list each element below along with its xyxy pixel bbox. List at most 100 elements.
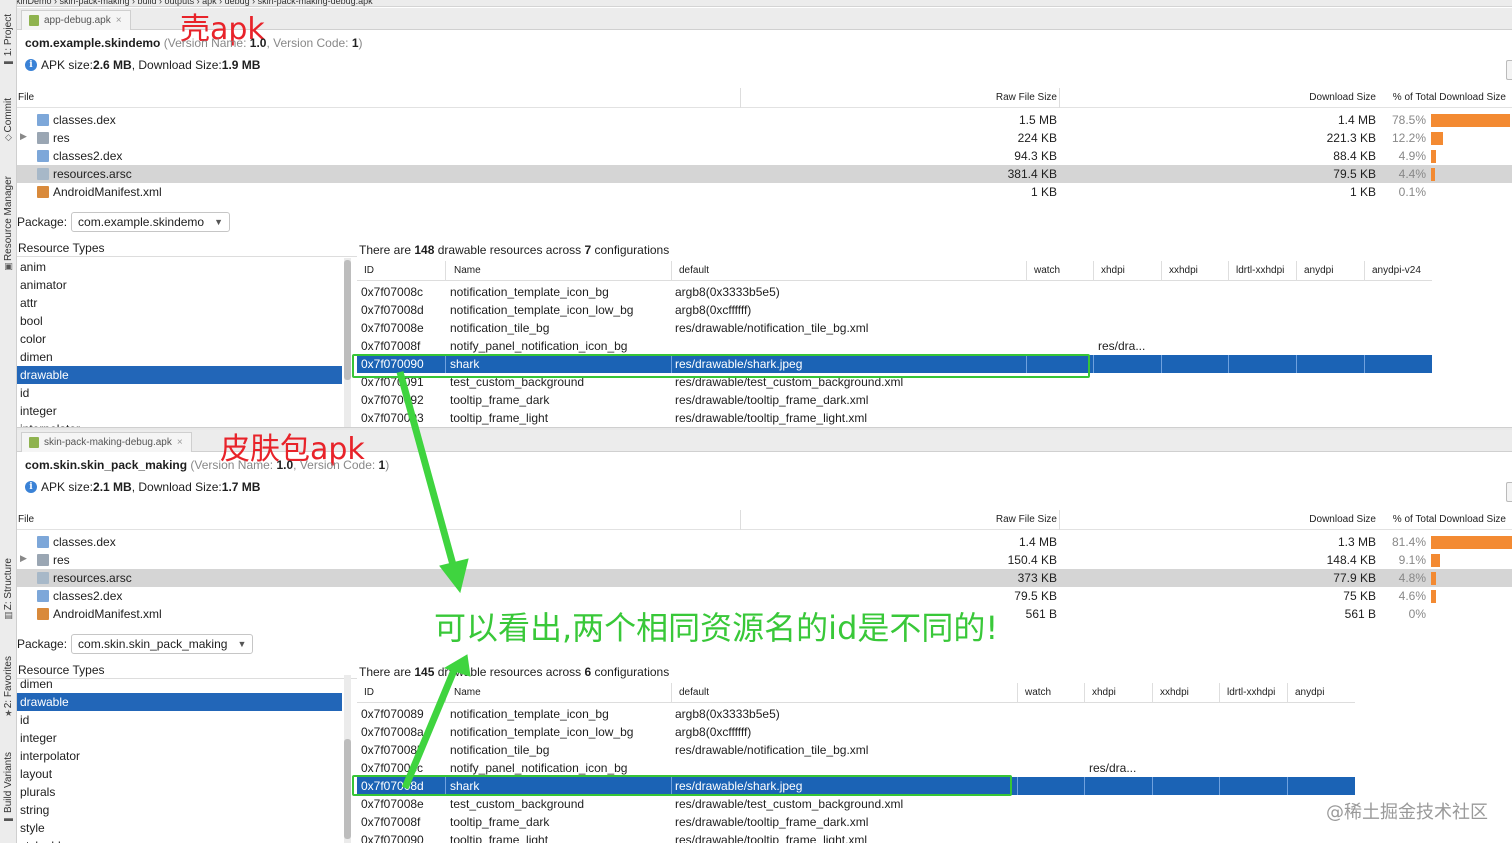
column-watch[interactable]: watch <box>1034 265 1060 276</box>
scrollbar-thumb[interactable] <box>344 260 351 380</box>
column-percent[interactable]: % of Total Download Size <box>1393 514 1506 525</box>
column-percent[interactable]: % of Total Download Size <box>1393 92 1506 103</box>
table-row[interactable]: 0x7f070093 tooltip_frame_light res/drawa… <box>357 409 1432 427</box>
file-row[interactable]: ▶ res 224 KB 221.3 KB 12.2% <box>17 129 1512 147</box>
tool-tab-structure[interactable]: Z: Structure ▤ <box>0 558 17 620</box>
resource-type-item[interactable]: dimen <box>17 675 357 693</box>
column-anydpi[interactable]: anydpi <box>1304 265 1333 276</box>
resource-types-scrollbar[interactable] <box>344 258 351 429</box>
column-anydpi[interactable]: anydpi <box>1295 687 1324 698</box>
column-name[interactable]: Name <box>454 687 481 698</box>
file-table-header: File Raw File Size Download Size % of To… <box>17 510 1512 530</box>
column-xxhdpi[interactable]: xxhdpi <box>1169 265 1198 276</box>
table-row[interactable]: 0x7f07008b notification_tile_bg res/draw… <box>357 741 1355 759</box>
resource-id: 0x7f070092 <box>361 393 424 407</box>
table-row[interactable]: 0x7f07008f tooltip_frame_dark res/drawab… <box>357 813 1355 831</box>
column-default[interactable]: default <box>679 687 709 698</box>
package-dropdown[interactable]: com.skin.skin_pack_making ▼ <box>71 634 254 654</box>
column-ldrtl-xxhdpi[interactable]: ldrtl-xxhdpi <box>1227 687 1275 698</box>
column-ldrtl-xxhdpi[interactable]: ldrtl-xxhdpi <box>1236 265 1284 276</box>
file-row[interactable]: AndroidManifest.xml 1 KB 1 KB 0.1% <box>17 183 1512 201</box>
column-xxhdpi[interactable]: xxhdpi <box>1160 687 1189 698</box>
resource-name: notification_tile_bg <box>450 321 550 335</box>
tool-tab-project[interactable]: 1: Project ▬ <box>0 14 17 66</box>
resource-default: res/drawable/tooltip_frame_light.xml <box>675 411 868 425</box>
scrollbar-thumb[interactable] <box>344 739 351 839</box>
expand-arrow-icon[interactable]: ▶ <box>20 553 27 564</box>
table-row[interactable]: 0x7f07008e notification_tile_bg res/draw… <box>357 319 1432 337</box>
table-row[interactable]: 0x7f07008f notify_panel_notification_ico… <box>357 337 1432 355</box>
resource-type-item[interactable]: id <box>17 384 357 402</box>
table-row[interactable]: 0x7f07008a notification_template_icon_lo… <box>357 723 1355 741</box>
column-watch[interactable]: watch <box>1025 687 1051 698</box>
file-row-selected[interactable]: resources.arsc 373 KB 77.9 KB 4.8% <box>17 569 1512 587</box>
compare-button[interactable] <box>1506 60 1512 80</box>
resource-type-item[interactable]: style <box>17 819 357 837</box>
resource-type-item[interactable]: integer <box>17 729 357 747</box>
resource-type-item[interactable]: color <box>17 330 357 348</box>
summary-count: 145 <box>414 665 435 679</box>
file-row[interactable]: classes.dex 1.4 MB 1.3 MB 81.4% <box>17 533 1512 551</box>
column-name[interactable]: Name <box>454 265 481 276</box>
column-raw-size[interactable]: Raw File Size <box>996 92 1057 103</box>
expand-arrow-icon[interactable]: ▶ <box>20 131 27 142</box>
resource-type-item[interactable]: dimen <box>17 348 357 366</box>
file-row-selected[interactable]: resources.arsc 381.4 KB 79.5 KB 4.4% <box>17 165 1512 183</box>
download-size: 1 KB <box>1349 185 1376 199</box>
resource-type-item[interactable]: interpolator <box>17 747 357 765</box>
resource-type-item[interactable]: anim <box>17 258 357 276</box>
column-default[interactable]: default <box>679 265 709 276</box>
tool-tab-build-variants[interactable]: Build Variants ▬ <box>0 752 17 823</box>
resource-type-item[interactable]: styleable <box>17 837 357 843</box>
resource-type-item-selected[interactable]: drawable <box>17 693 342 711</box>
resource-type-item[interactable]: animator <box>17 276 357 294</box>
compare-button[interactable] <box>1506 482 1512 502</box>
resource-types-scrollbar[interactable] <box>344 675 351 843</box>
resource-type-item[interactable]: attr <box>17 294 357 312</box>
table-row[interactable]: 0x7f07008c notify_panel_notification_ico… <box>357 759 1355 777</box>
resource-name: shark <box>450 357 480 371</box>
column-anydpi-v24[interactable]: anydpi-v24 <box>1372 265 1421 276</box>
column-download-size[interactable]: Download Size <box>1309 514 1376 525</box>
percent: 4.6% <box>1398 589 1426 603</box>
column-download-size[interactable]: Download Size <box>1309 92 1376 103</box>
column-id[interactable]: ID <box>364 265 374 276</box>
column-xhdpi[interactable]: xhdpi <box>1092 687 1116 698</box>
resource-type-item[interactable]: layout <box>17 765 357 783</box>
column-xhdpi[interactable]: xhdpi <box>1101 265 1125 276</box>
file-row[interactable]: classes.dex 1.5 MB 1.4 MB 78.5% <box>17 111 1512 129</box>
resource-default: res/drawable/notification_tile_bg.xml <box>675 321 869 335</box>
column-raw-size[interactable]: Raw File Size <box>996 514 1057 525</box>
table-row[interactable]: 0x7f070091 test_custom_background res/dr… <box>357 373 1432 391</box>
resource-types-list: dimen drawable id integer interpolator l… <box>17 675 357 843</box>
file-row[interactable]: classes2.dex 94.3 KB 88.4 KB 4.9% <box>17 147 1512 165</box>
tool-tab-commit[interactable]: Commit ◇ <box>0 98 17 142</box>
table-row[interactable]: 0x7f070092 tooltip_frame_dark res/drawab… <box>357 391 1432 409</box>
table-row-selected[interactable]: 0x7f07008d shark res/drawable/shark.jpeg <box>357 777 1355 795</box>
table-row[interactable]: 0x7f07008c notification_template_icon_bg… <box>357 283 1432 301</box>
raw-size: 79.5 KB <box>1014 589 1057 603</box>
resource-type-item[interactable]: plurals <box>17 783 357 801</box>
column-file[interactable]: File <box>18 92 34 103</box>
resource-type-item[interactable]: id <box>17 711 357 729</box>
resource-type-item[interactable]: integer <box>17 402 357 420</box>
table-row[interactable]: 0x7f07008e test_custom_background res/dr… <box>357 795 1355 813</box>
tool-tab-resource-manager[interactable]: Resource Manager ▣ <box>0 176 17 271</box>
table-row[interactable]: 0x7f070089 notification_template_icon_bg… <box>357 705 1355 723</box>
table-row[interactable]: 0x7f07008d notification_template_icon_lo… <box>357 301 1432 319</box>
file-row[interactable]: ▶ res 150.4 KB 148.4 KB 9.1% <box>17 551 1512 569</box>
column-id[interactable]: ID <box>364 687 374 698</box>
editor-tab-app-debug[interactable]: app-debug.apk × <box>21 10 131 30</box>
column-file[interactable]: File <box>18 514 34 525</box>
package-dropdown[interactable]: com.example.skindemo ▼ <box>71 212 231 232</box>
editor-tab-skin-pack[interactable]: skin-pack-making-debug.apk × <box>21 432 192 452</box>
resource-type-item[interactable]: string <box>17 801 357 819</box>
resource-default: argb8(0xcffffff) <box>675 303 752 317</box>
table-row[interactable]: 0x7f070090 tooltip_frame_light res/drawa… <box>357 831 1355 843</box>
close-icon[interactable]: × <box>177 437 183 448</box>
resource-type-item[interactable]: bool <box>17 312 357 330</box>
resource-type-item-selected[interactable]: drawable <box>17 366 342 384</box>
table-row-selected[interactable]: 0x7f070090 shark res/drawable/shark.jpeg <box>357 355 1432 373</box>
tool-tab-favorites[interactable]: 2: Favorites ★ <box>0 656 17 718</box>
close-icon[interactable]: × <box>116 15 122 26</box>
